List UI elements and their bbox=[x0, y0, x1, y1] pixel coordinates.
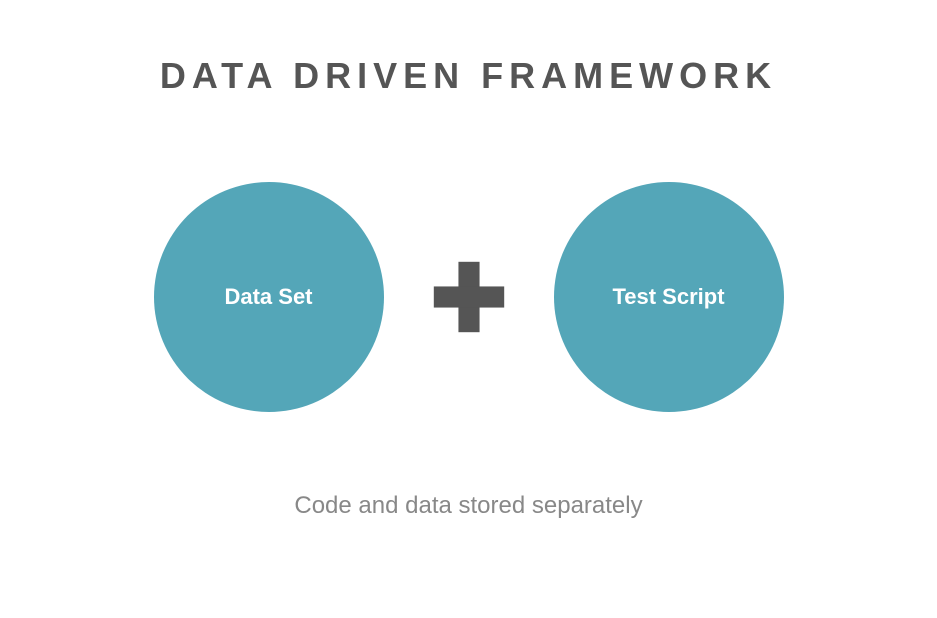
diagram-row: Data Set Test Script bbox=[154, 182, 784, 412]
subtitle: Code and data stored separately bbox=[294, 492, 642, 520]
plus-icon bbox=[424, 252, 514, 342]
circle-data-set: Data Set bbox=[154, 182, 384, 412]
circle-right-label: Test Script bbox=[612, 284, 724, 310]
page-title: DATA DRIVEN FRAMEWORK bbox=[160, 55, 777, 97]
circle-left-label: Data Set bbox=[224, 284, 312, 310]
circle-test-script: Test Script bbox=[554, 182, 784, 412]
